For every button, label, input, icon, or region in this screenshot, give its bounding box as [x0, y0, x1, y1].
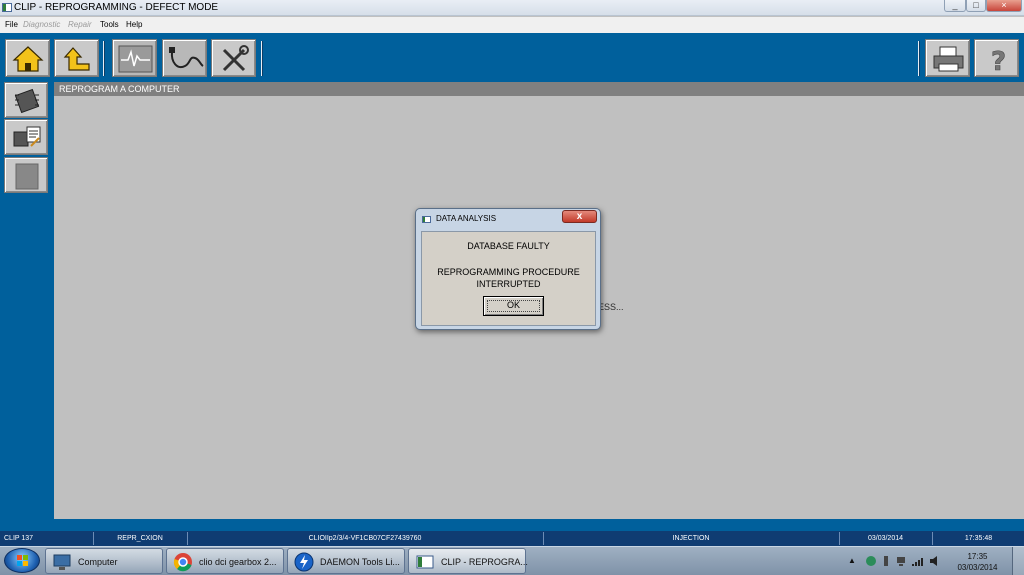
clock-time: 17:35 — [967, 552, 988, 561]
oscilloscope-button[interactable] — [112, 39, 157, 77]
tray-expand-icon[interactable]: ▲ — [848, 556, 856, 565]
svg-text:?: ? — [991, 47, 1006, 77]
dialog-close-button[interactable]: x — [562, 210, 597, 223]
printer-icon — [933, 46, 964, 72]
ok-button[interactable]: OK — [483, 296, 544, 316]
help-button[interactable]: ? — [974, 39, 1019, 77]
ecu-button[interactable] — [4, 82, 48, 118]
daemon-tools-icon — [294, 552, 314, 572]
usb-icon[interactable] — [881, 555, 891, 567]
minimize-button[interactable]: _ — [944, 0, 966, 12]
home-button[interactable] — [5, 39, 50, 77]
probe-cable-button[interactable] — [162, 39, 207, 77]
toolbar-separator — [918, 41, 920, 76]
blank-button[interactable] — [4, 157, 48, 193]
taskbar-item-label: CLIP - REPROGRA... — [441, 557, 528, 567]
windows-logo-icon — [17, 555, 28, 566]
clock-date: 03/03/2014 — [957, 563, 998, 572]
status-clip-id: CLIP 137 — [4, 535, 34, 542]
progress-text: ESS... — [598, 302, 624, 312]
tools-button[interactable] — [211, 39, 256, 77]
blank-chip-icon — [15, 163, 39, 190]
help-icon: ? — [991, 47, 1007, 78]
close-button[interactable]: × — [986, 0, 1022, 12]
menu-file[interactable]: File — [5, 20, 18, 29]
data-analysis-dialog: DATA ANALYSIS x DATABASE FAULTY REPROGRA… — [415, 208, 601, 330]
status-system: INJECTION — [543, 532, 838, 545]
oscilloscope-icon — [118, 45, 153, 73]
clock[interactable]: 17:35 03/03/2014 — [950, 548, 1005, 574]
status-connection: REPR_CXION — [93, 532, 186, 545]
start-button[interactable] — [4, 548, 40, 573]
status-strip — [0, 519, 1024, 531]
toolbar-separator — [103, 41, 105, 76]
status-date: 03/03/2014 — [839, 532, 931, 545]
ecu-chip-icon — [14, 88, 40, 114]
dialog-message-line2: REPROGRAMMING PROCEDURE — [437, 267, 580, 277]
dialog-title: DATA ANALYSIS — [436, 214, 497, 223]
clip-app-icon — [416, 555, 434, 569]
network-icon[interactable] — [895, 555, 907, 567]
signal-icon[interactable] — [911, 555, 925, 567]
menu-help[interactable]: Help — [126, 20, 142, 29]
title-bar: CLIP - REPROGRAMMING - DEFECT MODE _ □ × — [0, 0, 1024, 16]
dialog-message-line3: INTERRUPTED — [476, 279, 541, 289]
home-icon — [12, 46, 44, 72]
volume-icon[interactable] — [929, 555, 943, 567]
menu-diagnostic: Diagnostic — [23, 20, 61, 29]
menu-repair: Repair — [68, 20, 92, 29]
panel-title: REPROGRAM A COMPUTER — [54, 82, 1024, 96]
chrome-icon — [173, 553, 192, 572]
taskbar-item-label: clio dci gearbox 2... — [199, 557, 277, 567]
window-title: CLIP - REPROGRAMMING - DEFECT MODE — [14, 2, 219, 13]
clip-app-icon — [2, 3, 12, 12]
dialog-body: DATABASE FAULTY REPROGRAMMING PROCEDURE … — [421, 231, 596, 326]
show-desktop-button[interactable] — [1012, 547, 1024, 575]
taskbar-item-clip[interactable]: CLIP - REPROGRA... — [408, 548, 528, 574]
tools-icon — [222, 45, 249, 72]
back-icon — [63, 47, 90, 71]
taskbar-item-chrome[interactable]: clio dci gearbox 2... — [166, 548, 284, 574]
probe-cable-icon — [169, 47, 204, 68]
dialog-app-icon — [422, 216, 431, 223]
system-tray: ▲ — [845, 548, 945, 574]
tray-app-icon[interactable] — [865, 555, 877, 567]
taskbar-item-daemon-tools[interactable]: DAEMON Tools Li... — [287, 548, 405, 574]
status-vehicle: CLIOIIp2/3/4-VF1CB07CF27439760 — [187, 532, 542, 545]
reprogram-chip-icon — [13, 126, 41, 147]
reprogram-button[interactable] — [4, 119, 48, 155]
taskbar-item-label: Computer — [78, 557, 118, 567]
menu-tools[interactable]: Tools — [100, 20, 119, 29]
dialog-message-line1: DATABASE FAULTY — [467, 241, 550, 251]
toolbar-separator — [261, 41, 263, 76]
menu-bar: File Diagnostic Repair Tools Help — [0, 17, 1024, 33]
computer-icon — [53, 554, 71, 570]
back-button[interactable] — [54, 39, 99, 77]
maximize-button[interactable]: □ — [966, 0, 986, 12]
print-button[interactable] — [925, 39, 970, 77]
taskbar-item-label: DAEMON Tools Li... — [320, 557, 400, 567]
status-time: 17:35:48 — [932, 532, 1024, 545]
taskbar-item-computer[interactable]: Computer — [45, 548, 163, 574]
